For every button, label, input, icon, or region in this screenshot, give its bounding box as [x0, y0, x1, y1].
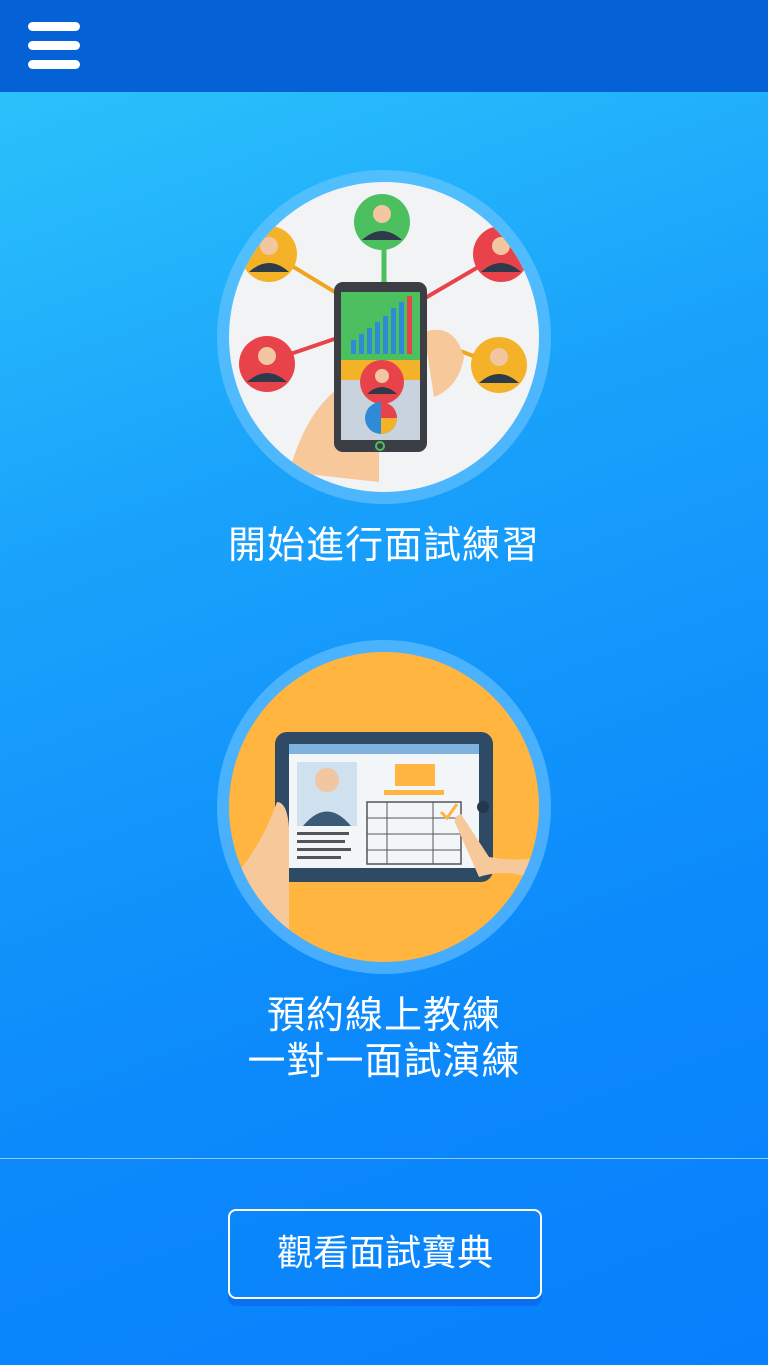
section-divider	[0, 1158, 768, 1159]
top-app-bar	[0, 0, 768, 92]
tablet-resume-illustration	[229, 652, 539, 962]
book-coach-label-line2: 一對一面試演練	[247, 1039, 521, 1083]
phone-network-illustration	[229, 182, 539, 492]
interview-guide-button[interactable]: 觀看面試寶典	[228, 1209, 542, 1299]
book-coach-card[interactable]: 預約線上教練 一對一面試演練	[0, 640, 768, 1090]
hamburger-menu-icon[interactable]	[28, 20, 82, 72]
practice-illustration-frame	[217, 170, 551, 504]
book-coach-label-line1: 預約線上教練	[266, 993, 501, 1037]
start-practice-card[interactable]: 開始進行面試練習	[0, 170, 768, 580]
start-practice-label: 開始進行面試練習	[227, 523, 540, 567]
coach-illustration-frame	[217, 640, 551, 974]
